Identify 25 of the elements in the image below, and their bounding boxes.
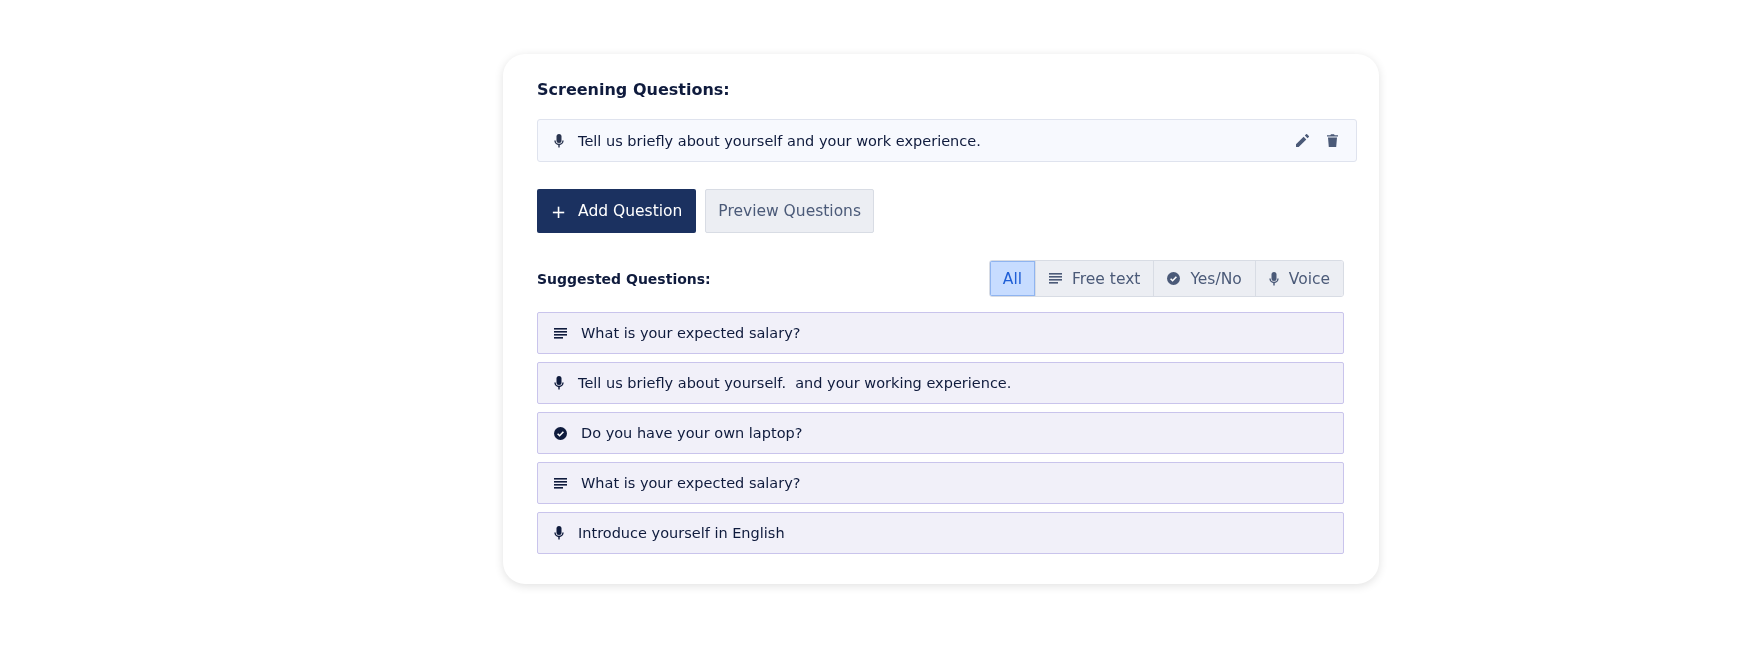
text-lines-icon	[554, 327, 567, 339]
filter-tab[interactable]: Yes/No	[1153, 261, 1255, 296]
preview-questions-button[interactable]: Preview Questions	[705, 189, 875, 233]
text-lines-icon	[554, 477, 567, 489]
microphone-icon	[1268, 271, 1279, 286]
suggested-question-item[interactable]: Do you have your own laptop?	[537, 412, 1344, 454]
check-circle-icon	[554, 426, 567, 440]
text-lines-icon	[1049, 273, 1062, 284]
suggested-question-item[interactable]: Tell us briefly about yourself. and your working experience.	[537, 362, 1344, 404]
microphone-icon	[554, 526, 564, 540]
suggested-question-item[interactable]: Introduce yourself in English	[537, 512, 1344, 554]
microphone-icon	[554, 376, 564, 390]
microphone-icon	[554, 133, 564, 148]
question-text: Tell us briefly about yourself and your work experience.	[578, 132, 982, 149]
suggested-question-item[interactable]: What is your expected salary?	[537, 462, 1344, 504]
filter-tab[interactable]: Voice	[1254, 261, 1343, 296]
trash-icon[interactable]	[1325, 132, 1340, 149]
section-title: Suggested Questions:	[537, 270, 711, 287]
filter-tab[interactable]: All	[989, 261, 1035, 296]
edit-icon[interactable]	[1294, 132, 1311, 149]
check-circle-icon	[1167, 272, 1181, 285]
suggested-question-item[interactable]: What is your expected salary?	[537, 312, 1344, 354]
section-title: Screening Questions:	[537, 80, 731, 99]
add-question-button[interactable]: + Add Question	[537, 189, 697, 233]
filter-tab[interactable]: Free text	[1035, 261, 1154, 296]
